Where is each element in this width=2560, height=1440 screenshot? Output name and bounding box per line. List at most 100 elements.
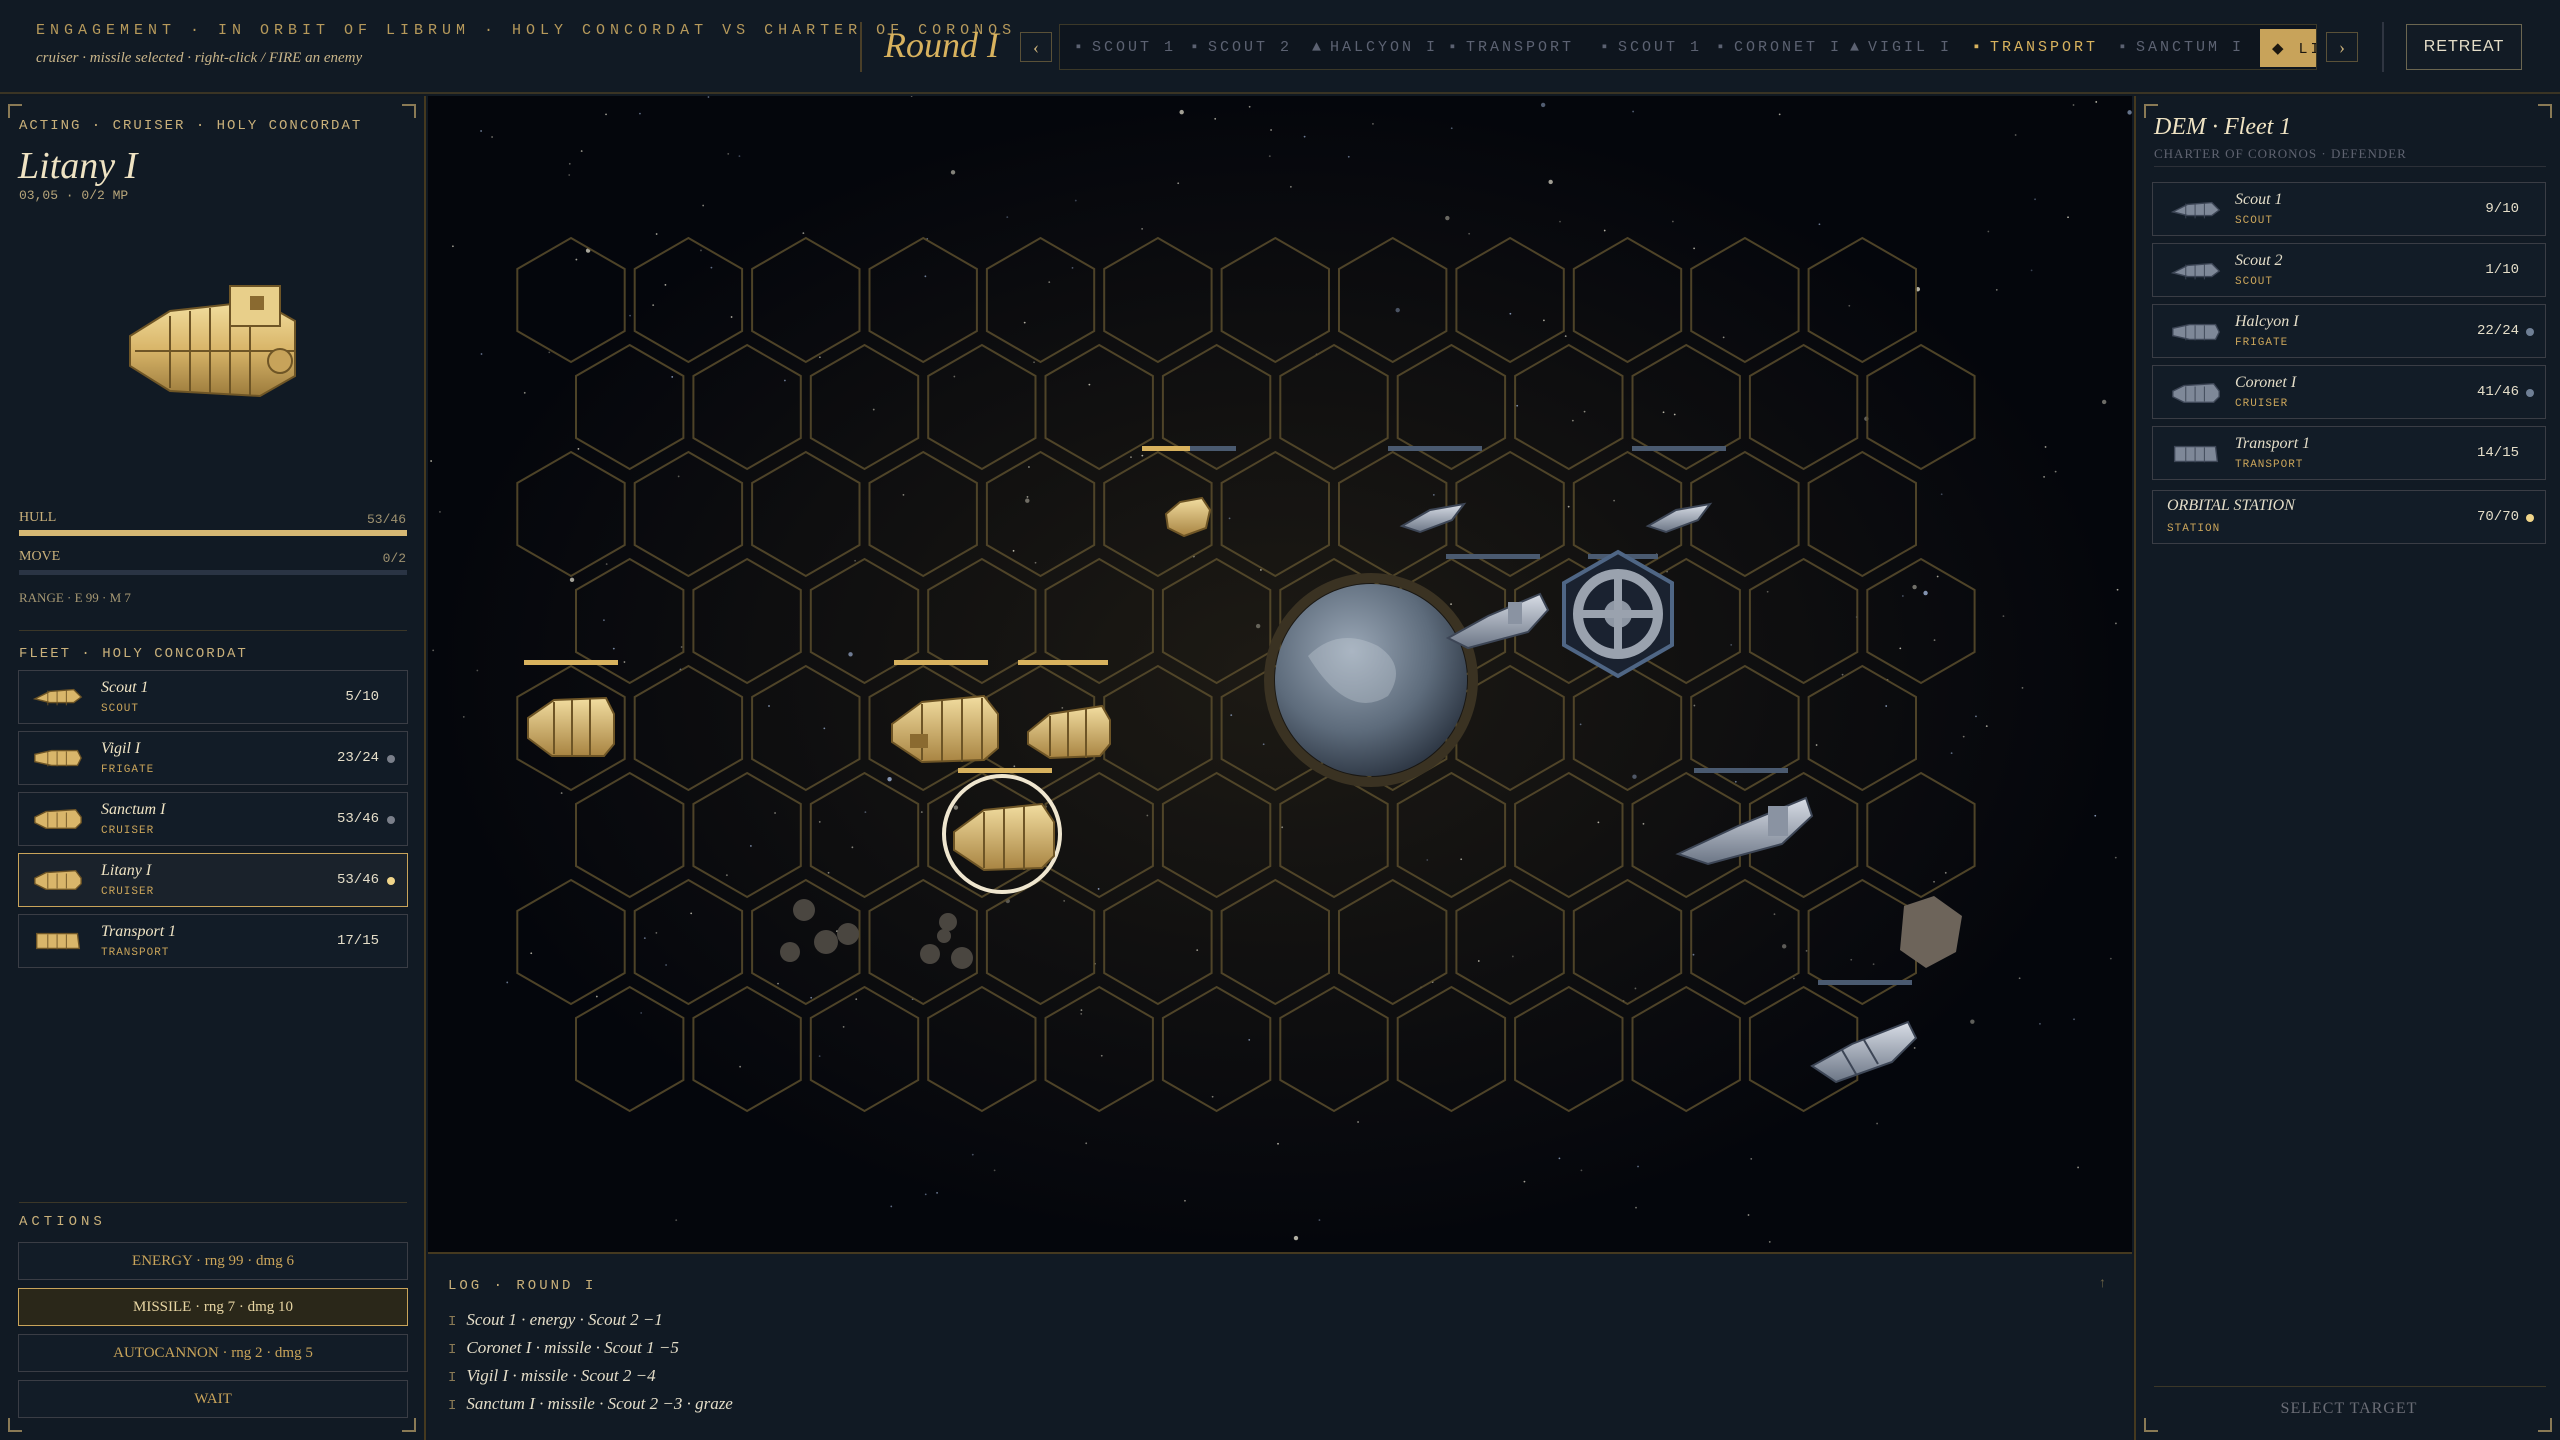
turn-order-item[interactable]: ▪ TRANSPORT [1972,39,2098,56]
star [1850,958,1853,961]
star [1579,723,1582,726]
star [818,1055,821,1058]
turn-order-next-button[interactable]: › [2326,32,2358,62]
missile-weapon-button[interactable]: MISSILE · rng 7 · dmg 10 [18,1288,408,1326]
star [768,705,770,707]
star [2067,216,2069,219]
turn-order-prev-button[interactable]: ‹ [1020,32,1052,62]
turn-order-item[interactable]: ▪ SCOUT 1 [1074,39,1176,56]
star [1395,307,1400,313]
panel-corner [8,1418,22,1432]
ship-name: Scout 2 [2235,252,2283,269]
star [749,845,752,847]
fleet-row[interactable]: Sanctum I CRUISER 53/46 [18,792,408,846]
star [1097,887,1100,890]
star [1722,336,1725,339]
turn-order-marker-icon: ▲ [1850,39,1863,56]
star [1985,725,1988,728]
enemy-row[interactable]: Halcyon I FRIGATE 22/24 [2152,304,2546,358]
cruiser-portrait-icon [129,285,296,398]
star [677,475,680,478]
turn-order-current[interactable]: ◆ LI [2260,29,2316,67]
station-status-dot [2526,514,2534,522]
star [1613,499,1616,502]
energy-weapon-button[interactable]: ENERGY · rng 99 · dmg 6 [18,1242,408,1280]
star [1255,623,1261,629]
star [595,995,598,998]
wait-button[interactable]: WAIT [18,1380,408,1418]
star [950,170,956,175]
star [783,379,786,382]
turn-order-label: SCOUT 1 [1092,39,1177,56]
cruiser-ship-icon [34,809,82,829]
combat-log[interactable]: LOG · ROUND I ↑ I Scout 1 · energy · Scou… [428,1252,2132,1440]
fleet-header: FLEET · HOLY CONCORDAT [19,646,248,662]
acting-label: ACTING · CRUISER · HOLY CONCORDAT [19,118,363,134]
star [605,113,607,116]
star [560,792,563,794]
star [1063,900,1066,902]
turn-order-item[interactable]: ▪ SCOUT 2 [1190,39,1292,56]
turn-order-item[interactable]: ▪ SANCTUM I [2118,39,2244,56]
log-scroll-up-icon[interactable]: ↑ [2099,1276,2106,1292]
fleet-row[interactable]: Transport 1 TRANSPORT 17/15 [18,914,408,968]
enemy-row[interactable]: Transport 1 TRANSPORT 14/15 [2152,426,2546,480]
select-target-button[interactable]: SELECT TARGET [2136,1400,2560,1418]
star [827,871,830,874]
star [1730,643,1733,646]
enemy-row[interactable]: Scout 1 SCOUT 9/10 [2152,182,2546,236]
ship-name: Transport 1 [101,923,177,940]
ship-name: Halcyon I [2235,313,2299,330]
turn-order-strip[interactable]: ▪ SCOUT 1 ▪ SCOUT 2 ▲ HALCYON I ▪ TRANSPORT ▪ SCO… [1059,24,2317,70]
turn-order-item[interactable]: ▪ TRANSPORT [1448,39,1574,56]
star [1100,1054,1103,1057]
star [1747,1214,1750,1216]
star [1277,1142,1279,1145]
panel-corner [402,1418,416,1432]
star [1632,110,1634,113]
star [810,996,813,999]
ship-class: SCOUT [101,703,140,715]
fleet-row[interactable]: Vigil I FRIGATE 23/24 [18,731,408,785]
star [855,998,858,1001]
fleet-row[interactable]: Litany I CRUISER 53/46 [18,853,408,907]
turn-order-marker-icon: ▪ [1716,39,1729,56]
turn-order-marker-icon: ▪ [1600,39,1613,56]
star [1080,1012,1083,1015]
enemy-row[interactable]: Coronet I CRUISER 41/46 [2152,365,2546,419]
status-dot [2526,328,2534,336]
turn-order-item[interactable]: ▲ HALCYON I [1312,39,1438,56]
ship-class: SCOUT [2235,276,2274,288]
star [924,275,927,278]
star [953,805,959,810]
move-label: MOVE [19,549,61,564]
autocannon-weapon-button[interactable]: AUTOCANNON · rng 2 · dmg 5 [18,1334,408,1372]
turn-order-item[interactable]: ▪ SCOUT 1 [1600,39,1702,56]
star [1230,714,1233,717]
star [1962,735,1965,738]
turn-order-item[interactable]: ▲ VIGIL I [1850,39,1952,56]
star [491,136,493,138]
star [1248,105,1251,108]
star [1477,960,1480,962]
star [568,162,571,165]
star [655,931,658,934]
hex-grid[interactable] [428,96,2132,1252]
star [2044,446,2047,448]
star [2034,198,2036,201]
star [2115,622,2117,625]
log-entry: I Sanctum I · missile · Scout 2 −3 · graz… [448,1394,733,1414]
enemy-row-station[interactable]: ORBITAL STATION STATION 70/70 [2152,490,2546,544]
star [1750,1157,1753,1160]
turn-order-item[interactable]: ▪ CORONET I [1716,39,1842,56]
star [2054,470,2057,473]
enemy-row[interactable]: Scout 2 SCOUT 1/10 [2152,243,2546,297]
star [680,646,683,648]
star [710,266,713,269]
retreat-button[interactable]: RETREAT [2406,24,2522,70]
fleet-row[interactable]: Scout 1 SCOUT 5/10 [18,670,408,724]
star [2018,977,2021,980]
star [700,249,702,252]
log-text: Vigil I · missile · Scout 2 −4 [466,1366,656,1385]
battle-board[interactable] [428,96,2132,1252]
